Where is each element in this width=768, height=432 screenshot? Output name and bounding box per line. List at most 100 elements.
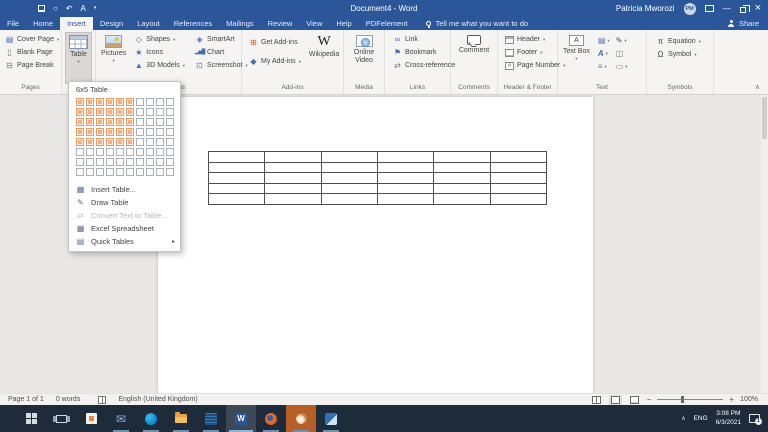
- grid-size-cell[interactable]: [136, 158, 144, 166]
- document-table-cell[interactable]: [377, 194, 433, 205]
- grid-size-cell[interactable]: [146, 98, 154, 106]
- grid-size-cell[interactable]: [96, 128, 104, 136]
- online-video-button[interactable]: Online Video: [346, 33, 382, 83]
- text-box-button[interactable]: Text Box ▾: [560, 33, 593, 83]
- grid-size-cell[interactable]: [116, 138, 124, 146]
- grid-size-cell[interactable]: [86, 158, 94, 166]
- start-button[interactable]: [16, 405, 46, 432]
- grid-size-cell[interactable]: [146, 138, 154, 146]
- autosave-icon[interactable]: ○: [53, 5, 58, 13]
- grid-size-cell[interactable]: [166, 148, 174, 156]
- document-table-cell[interactable]: [321, 183, 377, 194]
- vertical-scrollbar[interactable]: [761, 95, 768, 393]
- grid-size-cell[interactable]: [106, 148, 114, 156]
- table-button[interactable]: Table ▾: [66, 33, 91, 83]
- page-indicator[interactable]: Page 1 of 1: [8, 396, 44, 403]
- grid-size-cell[interactable]: [166, 128, 174, 136]
- restore-icon[interactable]: [740, 7, 746, 13]
- document-table-cell[interactable]: [321, 194, 377, 205]
- collapse-ribbon-icon[interactable]: ∧: [755, 83, 760, 91]
- grid-size-cell[interactable]: [156, 168, 164, 176]
- grid-size-cell[interactable]: [96, 158, 104, 166]
- grid-size-cell[interactable]: [126, 128, 134, 136]
- document-table-cell[interactable]: [265, 152, 321, 163]
- grid-size-cell[interactable]: [96, 168, 104, 176]
- document-table-cell[interactable]: [377, 173, 433, 184]
- grid-size-cell[interactable]: [86, 138, 94, 146]
- quick-parts-button[interactable]: ▤▾: [598, 34, 610, 47]
- language-indicator[interactable]: English (United Kingdom): [118, 396, 197, 403]
- document-table-cell[interactable]: [209, 152, 265, 163]
- grid-size-cell[interactable]: [156, 138, 164, 146]
- tab-review[interactable]: Review: [261, 17, 300, 30]
- table-size-grid[interactable]: [69, 96, 180, 181]
- document-table-cell[interactable]: [490, 194, 546, 205]
- blank-page-button[interactable]: ▯ Blank Page: [2, 46, 59, 59]
- web-layout-button[interactable]: [628, 395, 641, 405]
- avatar[interactable]: PM: [684, 3, 696, 15]
- app-blue-button[interactable]: [196, 405, 226, 432]
- menu-item-insert-table[interactable]: ▦ Insert Table...: [69, 183, 180, 196]
- get-addins-button[interactable]: ⊞ Get Add-ins: [246, 36, 304, 49]
- grid-size-cell[interactable]: [86, 148, 94, 156]
- grid-size-cell[interactable]: [146, 128, 154, 136]
- page-break-button[interactable]: ⊟ Page Break: [2, 59, 59, 72]
- footer-button[interactable]: Footer ▾: [502, 46, 555, 59]
- grid-size-cell[interactable]: [116, 128, 124, 136]
- document-table-cell[interactable]: [434, 173, 490, 184]
- grid-size-cell[interactable]: [116, 168, 124, 176]
- document-page[interactable]: [158, 97, 593, 393]
- document-table-cell[interactable]: [265, 162, 321, 173]
- grid-size-cell[interactable]: [116, 158, 124, 166]
- grid-size-cell[interactable]: [76, 98, 84, 106]
- share-button[interactable]: Share: [728, 17, 759, 30]
- document-table-cell[interactable]: [434, 162, 490, 173]
- document-table-cell[interactable]: [321, 162, 377, 173]
- signature-line-button[interactable]: ✎▾: [616, 34, 628, 47]
- document-table-cell[interactable]: [434, 183, 490, 194]
- tab-layout[interactable]: Layout: [130, 17, 167, 30]
- cross-reference-button[interactable]: ⇄ Cross-reference: [390, 59, 448, 72]
- document-table-cell[interactable]: [209, 183, 265, 194]
- word-count[interactable]: 0 words: [56, 396, 81, 403]
- grid-size-cell[interactable]: [96, 118, 104, 126]
- document-table-cell[interactable]: [434, 194, 490, 205]
- grid-size-cell[interactable]: [126, 148, 134, 156]
- grid-size-cell[interactable]: [156, 158, 164, 166]
- grid-size-cell[interactable]: [146, 148, 154, 156]
- minimize-icon[interactable]: —: [723, 5, 731, 13]
- grid-size-cell[interactable]: [146, 108, 154, 116]
- grid-size-cell[interactable]: [116, 118, 124, 126]
- tab-view[interactable]: View: [299, 17, 329, 30]
- object-button[interactable]: ▭▾: [616, 60, 628, 73]
- grid-size-cell[interactable]: [136, 118, 144, 126]
- grid-size-cell[interactable]: [136, 98, 144, 106]
- drop-cap-button[interactable]: ≡▾: [598, 60, 610, 73]
- grid-size-cell[interactable]: [86, 108, 94, 116]
- grid-size-cell[interactable]: [166, 98, 174, 106]
- grid-size-cell[interactable]: [76, 108, 84, 116]
- print-layout-button[interactable]: [609, 395, 622, 405]
- document-table-cell[interactable]: [209, 173, 265, 184]
- grid-size-cell[interactable]: [126, 108, 134, 116]
- document-table-cell[interactable]: [265, 183, 321, 194]
- grid-size-cell[interactable]: [156, 148, 164, 156]
- grid-size-cell[interactable]: [96, 148, 104, 156]
- document-table-cell[interactable]: [265, 173, 321, 184]
- document-table-cell[interactable]: [490, 152, 546, 163]
- grid-size-cell[interactable]: [76, 158, 84, 166]
- document-table-cell[interactable]: [321, 152, 377, 163]
- hidden-icons-chevron[interactable]: ∧: [681, 415, 685, 422]
- clock[interactable]: 3:08 PM 6/3/2021: [716, 410, 741, 426]
- document-table-cell[interactable]: [265, 194, 321, 205]
- document-table-cell[interactable]: [377, 162, 433, 173]
- customize-qat-icon[interactable]: ▾: [94, 6, 97, 11]
- grid-size-cell[interactable]: [166, 118, 174, 126]
- read-mode-button[interactable]: [590, 395, 603, 405]
- document-table-cell[interactable]: [490, 162, 546, 173]
- tab-help[interactable]: Help: [329, 17, 358, 30]
- grid-size-cell[interactable]: [126, 158, 134, 166]
- my-addins-button[interactable]: ◆ My Add-ins ▾: [246, 55, 304, 68]
- grid-size-cell[interactable]: [166, 138, 174, 146]
- document-table-cell[interactable]: [209, 194, 265, 205]
